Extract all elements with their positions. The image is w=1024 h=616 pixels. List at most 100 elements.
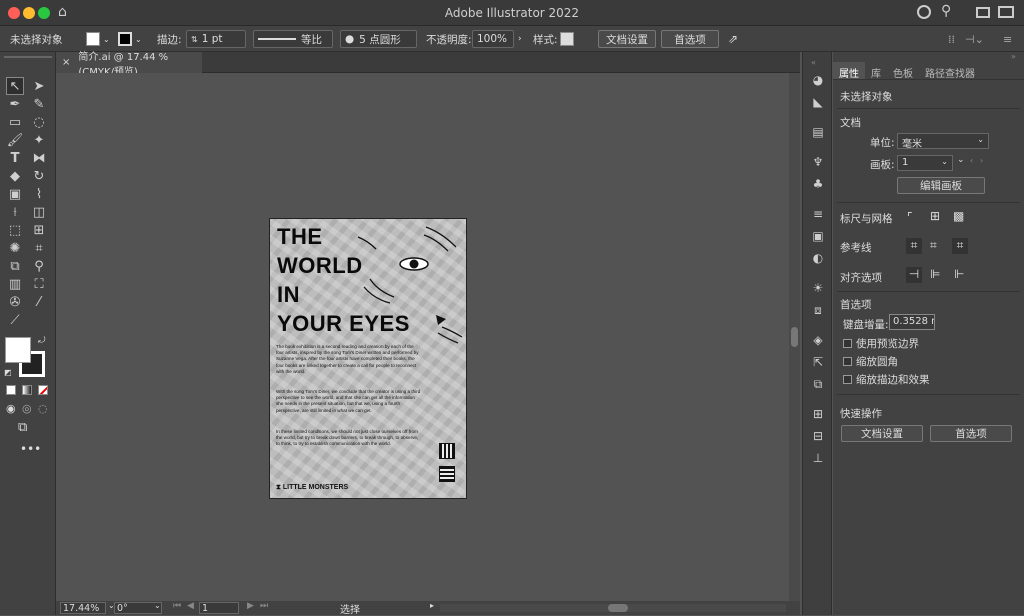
status-menu-arrow[interactable]: ▸ — [430, 601, 434, 610]
chevron-down-icon[interactable]: ⌄ — [957, 155, 965, 165]
gradient-panel-icon[interactable]: ▣ — [810, 228, 826, 244]
swatches-panel-icon[interactable]: ▤ — [810, 124, 826, 140]
symbol-sprayer-tool-icon[interactable]: ✺ — [6, 239, 24, 257]
edit-artboards-button[interactable]: 编辑画板 — [897, 177, 985, 194]
keyboard-increment-field[interactable]: 0.3528 m — [889, 314, 935, 330]
measure-tool-icon[interactable]: ⁄ — [30, 293, 48, 311]
tab-properties[interactable]: 属性 — [833, 62, 865, 80]
perspective-grid-tool-icon[interactable]: ⊞ — [30, 221, 48, 239]
stroke-swatch[interactable]: ⌄ — [118, 30, 142, 48]
transparency-grid-icon[interactable]: ▩ — [953, 209, 964, 223]
type-tool-icon[interactable]: T — [6, 149, 24, 167]
tab-pathfinder[interactable]: 路径查找器 — [919, 62, 981, 80]
pen-tool-icon[interactable]: ✒ — [6, 95, 24, 113]
distribute-icon[interactable]: ⁞⁞ — [948, 30, 955, 48]
layers-panel-icon[interactable]: ◈ — [810, 332, 826, 348]
stepper-icon[interactable]: ⇅ — [191, 35, 198, 44]
workspace-switcher-icon[interactable] — [998, 6, 1014, 18]
rectangle-tool-icon[interactable]: ▭ — [6, 113, 24, 131]
eraser-tool-icon[interactable]: ◆ — [6, 167, 24, 185]
grid-icon[interactable]: ⊞ — [930, 209, 940, 223]
artboards-panel-icon[interactable]: ⧉ — [810, 376, 826, 392]
document-setup-button[interactable]: 文档设置 — [598, 30, 656, 48]
draw-behind-icon[interactable]: ◎ — [22, 402, 32, 415]
tab-libraries[interactable]: 库 — [865, 62, 887, 80]
fill-color-box[interactable] — [5, 337, 31, 363]
scrollbar-thumb[interactable] — [791, 327, 798, 347]
blend-tool-icon[interactable]: ⟋ — [6, 311, 24, 329]
vertical-scrollbar[interactable] — [789, 73, 800, 601]
selection-tool-icon[interactable]: ↖ — [6, 77, 24, 95]
user-account-icon[interactable] — [917, 5, 931, 19]
fill-swatch[interactable]: ⌄ — [86, 30, 110, 48]
align-to-artboard-icon[interactable]: ⊫ — [930, 267, 940, 281]
smart-guides-icon[interactable]: ⌗ — [930, 238, 937, 253]
tab-swatches[interactable]: 色板 — [887, 62, 919, 80]
preview-bounds-checkbox[interactable]: 使用预览边界 — [843, 336, 919, 351]
magic-wand-tool-icon[interactable]: ✦ — [30, 131, 48, 149]
next-artboard-icon[interactable]: › — [980, 156, 983, 165]
gradient-mode-icon[interactable] — [22, 385, 32, 395]
align-panel-icon[interactable]: ⊟ — [810, 428, 826, 444]
align-to-key-object-icon[interactable]: ⊩ — [954, 267, 964, 281]
symbols-panel-icon[interactable]: ♣ — [810, 176, 826, 192]
brush-definition[interactable]: ● 5 点圆形 — [340, 30, 417, 48]
mesh-tool-icon[interactable]: ⌗ — [30, 239, 48, 257]
artboard-navigator[interactable]: 1 — [199, 602, 239, 614]
draw-inside-icon[interactable]: ◌ — [38, 402, 48, 415]
lasso-tool-icon[interactable]: ◌ — [30, 113, 48, 131]
search-icon[interactable]: ⚲ — [941, 3, 951, 19]
default-colors-icon[interactable]: ◩ — [4, 368, 12, 377]
paintbrush-tool-icon[interactable]: 🖌 — [6, 131, 24, 149]
workspace-layout-icon[interactable] — [976, 7, 990, 18]
reflect-tool-icon[interactable]: ⧓ — [30, 149, 48, 167]
shape-builder-tool-icon[interactable]: ◫ — [30, 203, 48, 221]
curvature-tool-icon[interactable]: ✎ — [30, 95, 48, 113]
previous-artboard-icon[interactable]: ‹ — [970, 156, 973, 165]
brushes-panel-icon[interactable]: ♆ — [810, 154, 826, 170]
graphic-styles-panel-icon[interactable]: ⧈ — [810, 302, 826, 318]
color-panel-icon[interactable]: ◕ — [810, 72, 826, 88]
document-tab[interactable]: × 简介.ai @ 17.44 % (CMYK/预览) — [56, 52, 202, 78]
scale-corners-checkbox[interactable]: 缩放圆角 — [843, 354, 898, 369]
draw-normal-icon[interactable]: ◉ — [6, 402, 16, 415]
none-mode-icon[interactable] — [38, 385, 48, 395]
artboard[interactable]: THE WORLD IN YOUR EYES The book exhibiti… — [269, 218, 467, 499]
variable-width-profile[interactable]: 等比 — [253, 30, 333, 48]
pathfinder-panel-icon[interactable]: ⊥ — [810, 450, 826, 466]
color-mode-icon[interactable] — [6, 385, 16, 395]
eyedropper-tool-icon[interactable]: ⌇ — [30, 185, 48, 203]
collapse-panel-icon[interactable]: » — [1011, 52, 1016, 61]
zoom-tool-icon[interactable]: ⚲ — [30, 257, 48, 275]
transparency-panel-icon[interactable]: ◐ — [810, 250, 826, 266]
previous-artboard-icon[interactable]: ◀ — [187, 601, 194, 611]
units-select[interactable]: 毫米 ⌄ — [897, 133, 989, 150]
quick-document-setup-button[interactable]: 文档设置 — [841, 425, 923, 442]
scrollbar-thumb[interactable] — [608, 604, 628, 612]
gradient-tool-icon[interactable]: ▣ — [6, 185, 24, 203]
lock-guides-icon[interactable]: ⌗ — [952, 238, 968, 254]
opacity-expand-arrow[interactable]: › — [518, 30, 522, 48]
color-guide-icon[interactable]: ◣ — [810, 94, 826, 110]
artboard-select[interactable]: 1 ⌄ — [897, 155, 953, 171]
width-tool-icon[interactable]: ⟊ — [6, 203, 24, 221]
chevron-down-icon[interactable]: ⌄ — [154, 601, 161, 610]
quick-preferences-button[interactable]: 首选项 — [930, 425, 1012, 442]
export-panel-icon[interactable]: ⇱ — [810, 354, 826, 370]
first-artboard-icon[interactable]: ⏮ — [173, 601, 181, 611]
panel-menu-icon[interactable]: ≡ — [1003, 30, 1012, 48]
align-icon[interactable]: ⊣⌄ — [965, 30, 984, 48]
last-artboard-icon[interactable]: ⏭ — [260, 601, 268, 611]
align-to-pixel-grid-icon[interactable]: ⊣ — [906, 267, 922, 283]
next-artboard-icon[interactable]: ▶ — [247, 601, 254, 611]
show-guides-icon[interactable]: ⌗ — [906, 238, 922, 254]
column-graph-tool-icon[interactable]: ▥ — [6, 275, 24, 293]
arrange-documents-icon[interactable]: ⇗ — [728, 30, 738, 48]
close-icon[interactable]: × — [62, 57, 70, 68]
stroke-panel-icon[interactable]: ≡ — [810, 206, 826, 222]
screen-mode-icon[interactable]: ⧉ — [18, 420, 27, 435]
preferences-button[interactable]: 首选项 — [661, 30, 719, 48]
transform-panel-icon[interactable]: ⊞ — [810, 406, 826, 422]
rotate-tool-icon[interactable]: ↻ — [30, 167, 48, 185]
free-transform-tool-icon[interactable]: ⬚ — [6, 221, 24, 239]
